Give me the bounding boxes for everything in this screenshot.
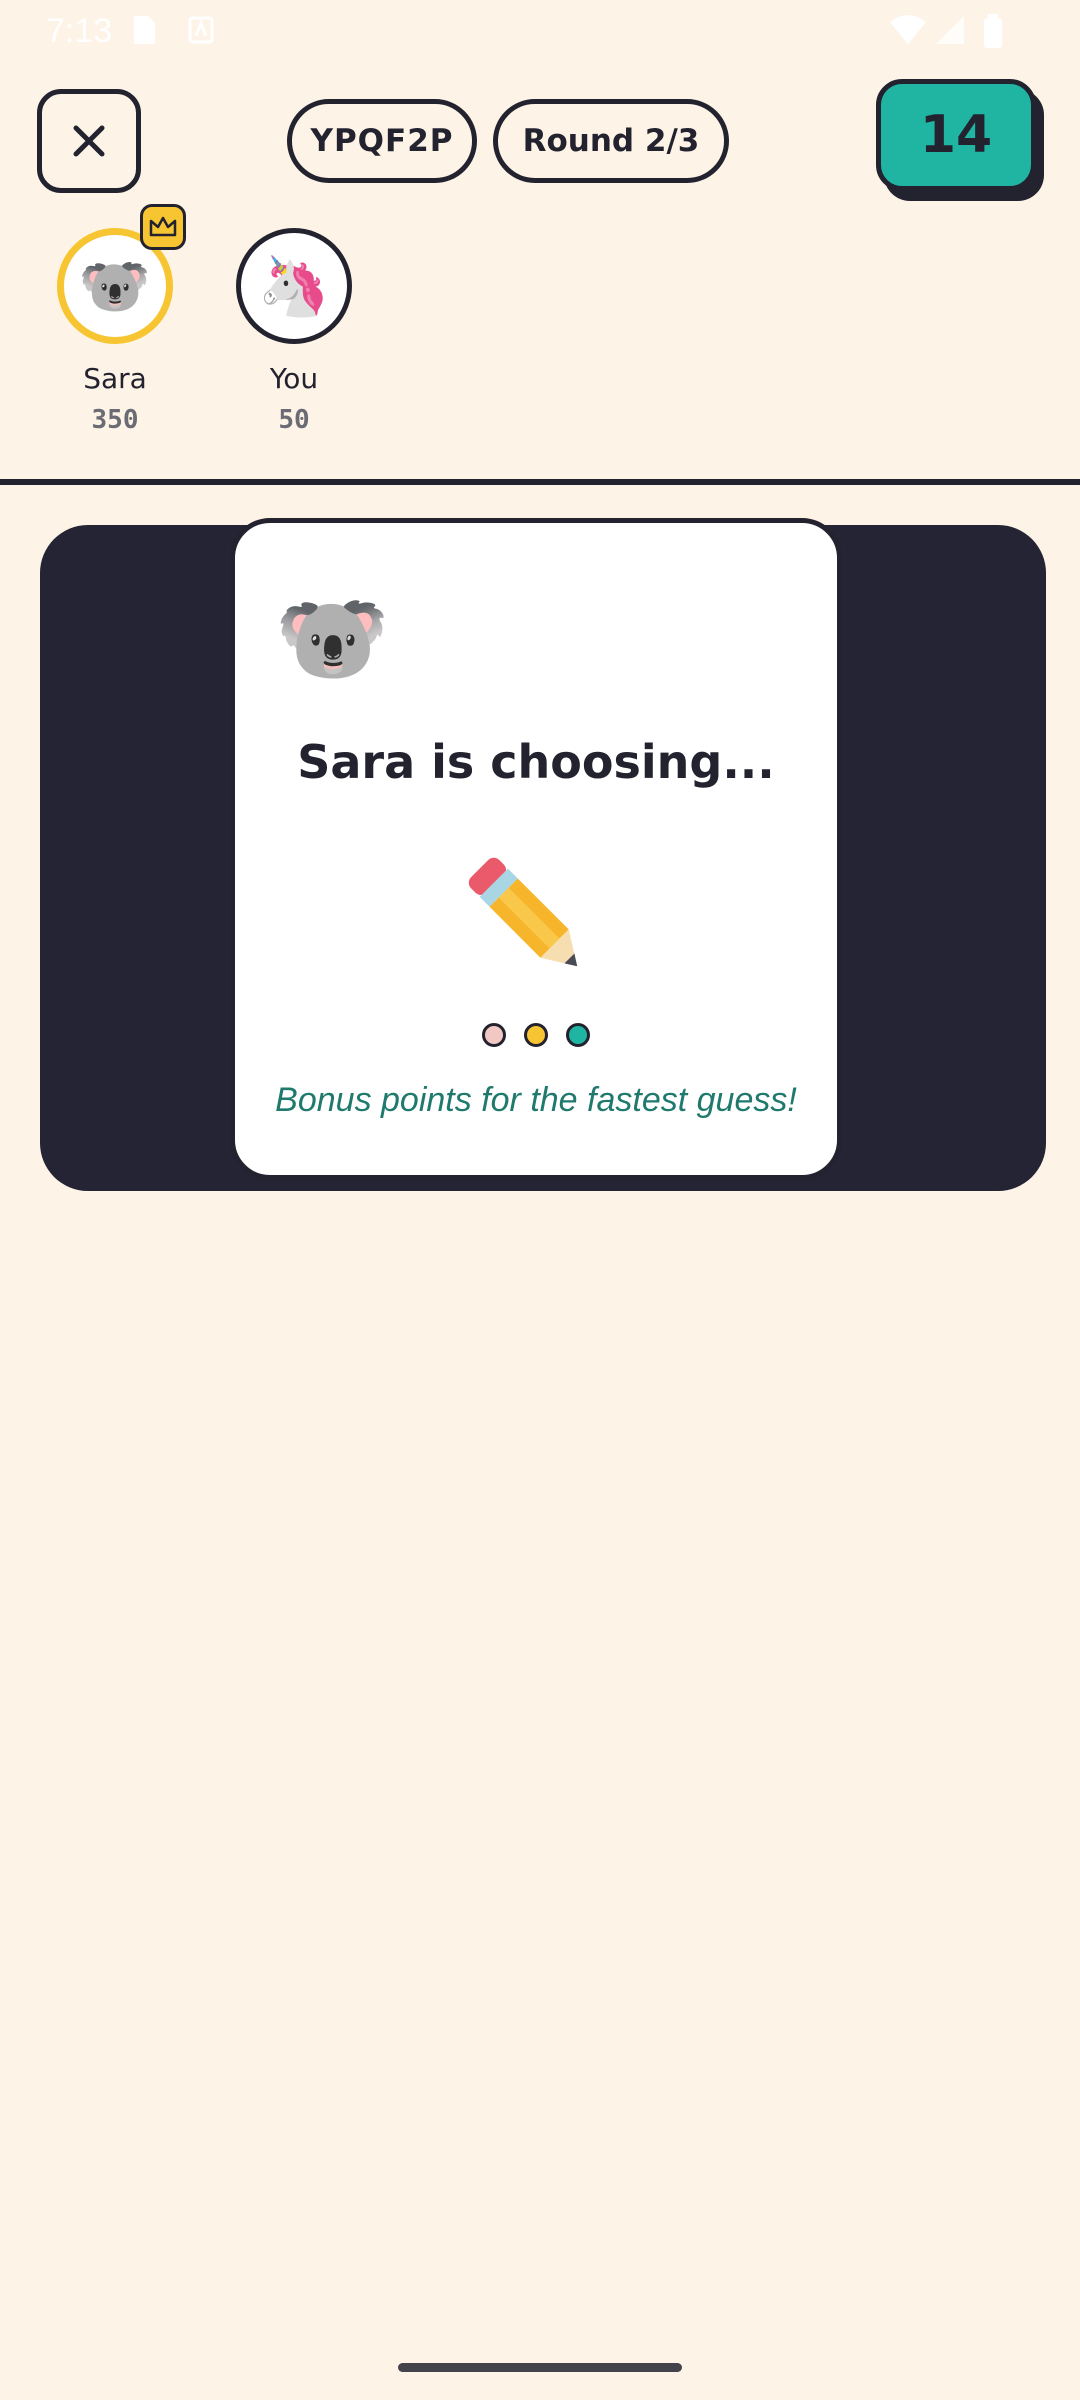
status-bar: 7:13 [0,0,1080,60]
player-card-sara[interactable]: 🐨 Sara 350 [45,204,186,435]
wifi-icon [890,15,926,44]
player-name: You [269,362,319,395]
battery-icon [984,14,1002,48]
choosing-title: Sara is choosing... [297,735,775,789]
player-card-you[interactable]: 🦄 You 50 [224,228,364,435]
round-label: Round 2/3 [522,123,700,159]
room-code: YPQF2P [310,123,454,159]
crown-icon [149,216,177,237]
header-divider [0,479,1080,485]
unicorn-avatar-icon: 🦄 [257,252,331,320]
loading-dots [235,1023,837,1047]
loading-dot [566,1023,590,1047]
notification-icon [188,16,214,44]
player-score: 350 [91,405,139,435]
home-indicator[interactable] [398,2363,682,2372]
loading-dot [482,1023,506,1047]
word-choosing-card: 🐨 Sara is choosing... Bonus points for t… [230,518,842,1180]
pencil-icon [468,857,578,967]
status-time: 7:13 [46,12,113,50]
room-code-pill[interactable]: YPQF2P [287,99,477,183]
koala-avatar-icon: 🐨 [78,252,152,320]
close-icon [73,125,105,157]
signal-icon [936,16,964,44]
loading-dot [524,1023,548,1047]
sim-card-icon [134,16,155,44]
player-name: Sara [83,362,147,395]
player-score: 50 [278,405,310,435]
timer-value: 14 [919,105,993,165]
close-button[interactable] [37,89,141,193]
countdown-timer: 14 [876,79,1036,191]
round-indicator: Round 2/3 [493,99,729,183]
bonus-hint: Bonus points for the fastest guess! [275,1081,797,1119]
koala-avatar-icon: 🐨 [275,585,390,692]
avatar: 🦄 [236,228,352,344]
leader-badge [140,204,186,250]
